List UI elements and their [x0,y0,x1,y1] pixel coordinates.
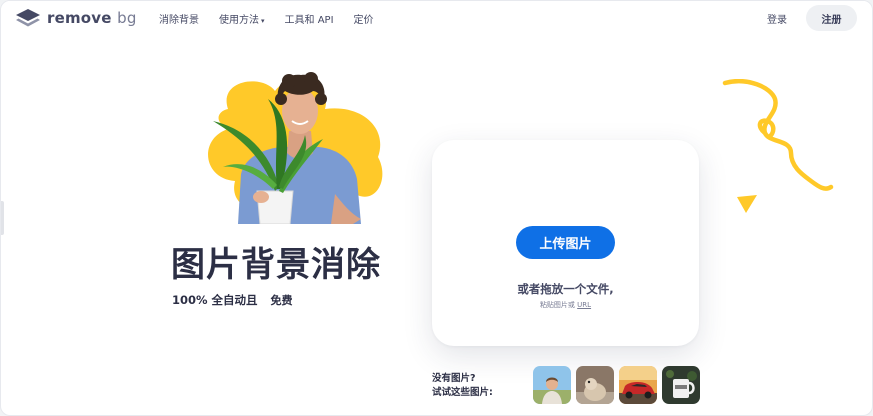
upload-card[interactable]: 上传图片 或者拖放一个文件, 粘贴图片或 URL [432,140,699,346]
nav-item-how-to-use-label: 使用方法 [219,15,259,26]
signup-button[interactable]: 注册 [806,5,857,31]
hero-subtitle: 100% 全自动且 免费 [172,290,300,310]
side-tab [1,201,4,235]
drop-file-text: 或者拖放一个文件, [517,282,614,296]
sample-label-line2: 试试这些图片: [432,387,493,398]
hero-illustration [208,72,383,224]
nav-item-remove-background[interactable]: 消除背景 [159,11,199,26]
chevron-down-icon: ▾ [261,17,265,25]
sample-images-label: 没有图片? 试试这些图片: [432,372,493,400]
yellow-squiggle-decoration [722,79,834,191]
page-frame: remove bg 消除背景 使用方法 ▾ 工具和 API 定价 登录 注册 图… [0,0,873,416]
sample-thumb-mug[interactable] [662,366,700,404]
logo-text: remove bg [47,9,137,27]
yellow-triangle-decoration [737,195,757,213]
paste-hint: 粘贴图片或 URL [432,300,699,310]
sample-thumb-car[interactable] [619,366,657,404]
free-badge: 免费 [262,290,300,310]
logo-layers-icon [16,9,40,27]
nav-item-tools-api[interactable]: 工具和 API [285,11,334,26]
paste-hint-text: 粘贴图片或 [539,301,575,309]
upload-image-button[interactable]: 上传图片 [516,226,615,259]
top-navbar: remove bg 消除背景 使用方法 ▾ 工具和 API 定价 登录 注册 [1,1,872,37]
main-nav: 消除背景 使用方法 ▾ 工具和 API 定价 [159,11,374,26]
sample-label-line1: 没有图片? [432,373,476,384]
paste-url-link[interactable]: URL [577,301,591,309]
login-link[interactable]: 登录 [767,11,787,26]
logo[interactable]: remove bg [15,8,137,28]
hero-title: 图片背景消除 [171,245,381,285]
hero-subtitle-text: 100% 全自动且 [172,293,258,307]
sample-thumb-animal[interactable] [576,366,614,404]
nav-item-how-to-use[interactable]: 使用方法 ▾ [219,11,265,26]
sample-thumb-person[interactable] [533,366,571,404]
nav-item-pricing[interactable]: 定价 [354,11,374,26]
person-face-shape [282,88,318,134]
